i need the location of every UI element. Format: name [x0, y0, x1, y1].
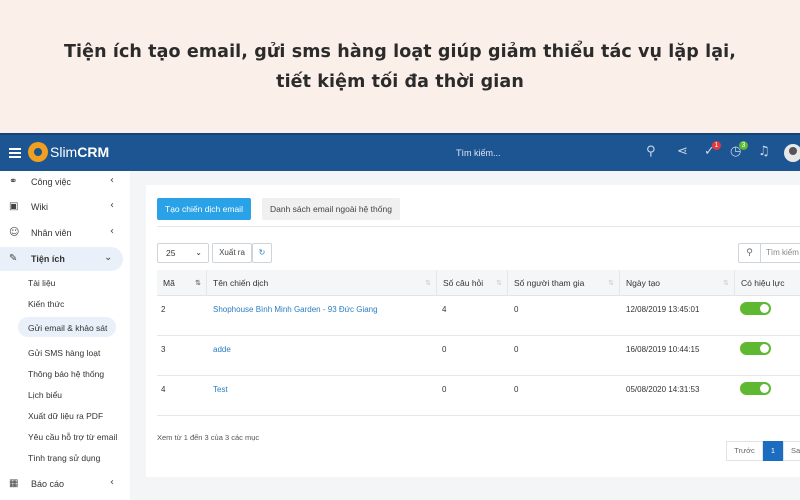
- chevron-left-icon: ‹: [110, 477, 114, 488]
- cell-questions: 4: [442, 305, 447, 314]
- app-logo[interactable]: SlimCRM: [50, 144, 109, 160]
- sidebar-sub-xuat-pdf[interactable]: Xuất dữ liệu ra PDF: [28, 411, 103, 421]
- chevron-down-icon: ⌄: [195, 248, 202, 257]
- sidebar-item-wiki[interactable]: ▣ Wiki ‹: [0, 196, 130, 218]
- cell-id: 4: [161, 385, 166, 394]
- cell-created: 12/08/2019 13:45:01: [626, 305, 700, 314]
- refresh-icon[interactable]: ↻: [252, 243, 272, 263]
- cell-id: 2: [161, 305, 166, 314]
- clock-count-badge: 3: [739, 141, 748, 150]
- table-info-text: Xem từ 1 đến 3 của 3 các mục: [157, 433, 260, 442]
- share-icon[interactable]: ⋖: [677, 145, 688, 159]
- sidebar-item-cong-viec[interactable]: ⚭ Công việc ‹: [0, 171, 130, 193]
- column-header-co-hieu-luc[interactable]: Có hiệu lực: [735, 270, 800, 296]
- promo-banner: Tiện ích tạo email, gửi sms hàng loạt gi…: [0, 0, 800, 133]
- hamburger-menu-icon[interactable]: [9, 148, 21, 158]
- table-row: 2 Shophouse Bình Minh Garden - 93 Đức Gi…: [157, 296, 800, 336]
- crm-app-window: SlimCRM Tìm kiếm... ⚲ ⋖ ✓ 1 ◷ 3 ♫ ⚭ Công…: [0, 133, 800, 500]
- search-icon: ⚲: [739, 244, 761, 262]
- sidebar-sub-tinh-trang[interactable]: Tình trạng sử dụng: [28, 453, 100, 463]
- cell-id: 3: [161, 345, 166, 354]
- cell-created: 16/08/2019 10:44:15: [626, 345, 700, 354]
- sort-icon: ⇅: [608, 279, 614, 287]
- sort-icon: ⇅: [195, 279, 201, 287]
- campaign-link[interactable]: adde: [213, 345, 231, 354]
- sort-icon: ⇅: [723, 279, 729, 287]
- campaign-link[interactable]: Shophouse Bình Minh Garden - 93 Đức Gian…: [213, 305, 378, 314]
- users-icon: ☺: [9, 227, 20, 238]
- banner-line-1: Tiện ích tạo email, gửi sms hàng loạt gi…: [64, 41, 736, 62]
- wrench-icon: ✎: [9, 253, 18, 264]
- sort-icon: ⇅: [425, 279, 431, 287]
- create-email-campaign-tab[interactable]: Tạo chiến dịch email: [157, 198, 251, 220]
- banner-line-2: tiết kiệm tối đa thời gian: [276, 71, 524, 92]
- column-header-so-cau-hoi[interactable]: Số câu hỏi ⇅: [437, 270, 508, 296]
- sidebar-sub-ho-tro-email[interactable]: Yêu cầu hỗ trợ từ email: [28, 432, 117, 442]
- divider: [157, 226, 800, 227]
- bell-icon[interactable]: ♫: [758, 145, 770, 159]
- pagination-next[interactable]: Sau: [783, 441, 800, 461]
- table-header: Mã ⇅ Tên chiến dịch ⇅ Số câu hỏi ⇅ Số người…: [157, 270, 800, 296]
- handshake-icon: ⚭: [9, 176, 18, 187]
- export-button[interactable]: Xuất ra: [212, 243, 252, 263]
- wiki-icon: ▣: [9, 201, 19, 212]
- cell-participants: 0: [514, 385, 519, 394]
- column-header-ma[interactable]: Mã ⇅: [157, 270, 207, 296]
- external-email-list-tab[interactable]: Danh sách email ngoài hệ thống: [262, 198, 400, 220]
- active-toggle[interactable]: [740, 302, 771, 315]
- chevron-left-icon: ‹: [110, 175, 114, 186]
- cell-questions: 0: [442, 345, 447, 354]
- sidebar-item-nhan-vien[interactable]: ☺ Nhân viên ‹: [0, 222, 130, 244]
- chart-icon: ▦: [9, 478, 19, 489]
- cell-created: 05/08/2020 14:31:53: [626, 385, 700, 394]
- sidebar-sub-lich-bieu[interactable]: Lịch biểu: [28, 390, 62, 400]
- global-search-input[interactable]: Tìm kiếm...: [456, 148, 501, 158]
- table-search-input[interactable]: ⚲ Tìm kiếm: [738, 243, 800, 263]
- campaign-card: Tạo chiến dịch email Danh sách email ngo…: [146, 185, 800, 477]
- chevron-left-icon: ‹: [110, 200, 114, 211]
- cell-participants: 0: [514, 345, 519, 354]
- column-header-ten[interactable]: Tên chiến dịch ⇅: [207, 270, 437, 296]
- active-toggle[interactable]: [740, 382, 771, 395]
- task-count-badge: 1: [712, 141, 721, 150]
- sort-icon: ⇅: [496, 279, 502, 287]
- pagination-page-1[interactable]: 1: [763, 441, 783, 461]
- sidebar-sub-kien-thuc[interactable]: Kiến thức: [28, 299, 64, 309]
- sidebar: ⚭ Công việc ‹ ▣ Wiki ‹ ☺ Nhân viên ‹ ✎ T…: [0, 171, 130, 500]
- active-toggle[interactable]: [740, 342, 771, 355]
- sidebar-item-bao-cao[interactable]: ▦ Báo cáo ‹: [0, 473, 130, 495]
- sidebar-item-tien-ich[interactable]: ✎ Tiện ích ⌄: [0, 247, 123, 271]
- cell-questions: 0: [442, 385, 447, 394]
- column-header-so-nguoi[interactable]: Số người tham gia ⇅: [508, 270, 620, 296]
- campaign-link[interactable]: Test: [213, 385, 228, 394]
- user-avatar[interactable]: [784, 144, 800, 162]
- table-row: 3 adde 0 0 16/08/2019 10:44:15: [157, 336, 800, 376]
- column-header-ngay-tao[interactable]: Ngày tạo ⇅: [620, 270, 735, 296]
- cell-participants: 0: [514, 305, 519, 314]
- chevron-left-icon: ‹: [110, 226, 114, 237]
- sidebar-sub-thong-bao[interactable]: Thông báo hệ thống: [28, 369, 104, 379]
- table-row: 4 Test 0 0 05/08/2020 14:31:53: [157, 376, 800, 416]
- chevron-down-icon: ⌄: [104, 252, 113, 263]
- logo-gear-icon: [28, 142, 48, 162]
- search-icon[interactable]: ⚲: [646, 145, 656, 159]
- sidebar-sub-gui-email[interactable]: Gửi email & khảo sát: [28, 323, 107, 333]
- top-navigation-bar: SlimCRM Tìm kiếm... ⚲ ⋖ ✓ 1 ◷ 3 ♫: [0, 133, 800, 171]
- pagination-prev[interactable]: Trước: [726, 441, 763, 461]
- sidebar-sub-tai-lieu[interactable]: Tài liệu: [28, 278, 55, 288]
- sidebar-sub-gui-sms[interactable]: Gửi SMS hàng loạt: [28, 348, 100, 358]
- page-size-select[interactable]: 25 ⌄: [157, 243, 209, 263]
